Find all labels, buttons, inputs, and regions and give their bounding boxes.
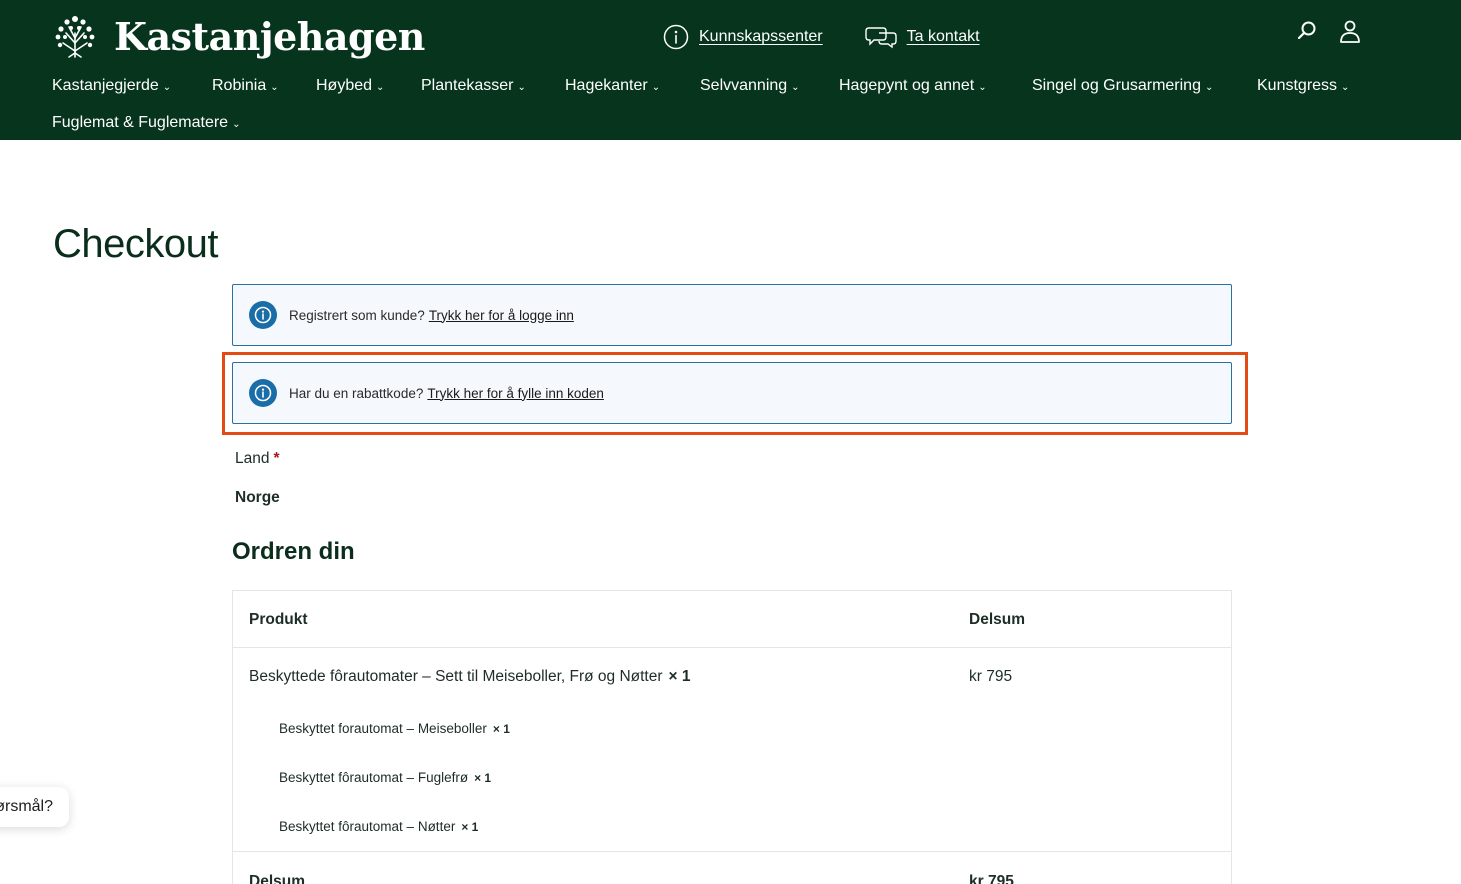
chevron-down-icon: ⌄	[232, 118, 241, 130]
header-utility-links: Kunnskapssenter Ta kontakt	[663, 24, 980, 50]
chevron-down-icon: ⌄	[978, 81, 987, 93]
country-label: Land *	[235, 450, 280, 467]
nav-item-hagepynt[interactable]: Hagepynt og annet ⌄	[839, 77, 1032, 95]
table-row: Beskyttede fôrautomater – Sett til Meise…	[233, 648, 1231, 852]
nav-item-plantekasser[interactable]: Plantekasser ⌄	[421, 77, 565, 95]
order-review-table: Produkt Delsum Beskyttede fôrautomater –…	[232, 590, 1232, 884]
info-icon	[249, 379, 277, 407]
coupon-notice: Har du en rabattkode? Trykk her for å fy…	[232, 362, 1232, 424]
component-item: Beskyttet forautomat – Meiseboller × 1	[279, 721, 510, 736]
login-link[interactable]: Trykk her for å logge inn	[429, 308, 574, 323]
chevron-down-icon: ⌄	[791, 81, 800, 93]
user-icon[interactable]	[1338, 18, 1362, 44]
chevron-down-icon: ⌄	[162, 81, 172, 93]
nav-item-robinia[interactable]: Robinia ⌄	[212, 77, 316, 95]
chat-bubbles-icon	[864, 27, 897, 49]
header-actions	[1296, 18, 1362, 44]
subtotal-label: Delsum	[249, 873, 305, 884]
chevron-down-icon: ⌄	[651, 81, 661, 93]
nav-item-kunstgress[interactable]: Kunstgress ⌄	[1257, 77, 1349, 95]
nav-item-selvvanning[interactable]: Selvvanning ⌄	[700, 77, 839, 95]
chevron-down-icon: ⌄	[1341, 81, 1350, 93]
required-marker: *	[273, 450, 280, 467]
nav-item-hagekanter[interactable]: Hagekanter ⌄	[565, 77, 700, 95]
contact-label: Ta kontakt	[906, 28, 980, 45]
order-title: Ordren din	[232, 538, 355, 565]
chat-widget-label: Spørsmål?	[0, 798, 53, 815]
product-name: Beskyttede fôrautomater – Sett til Meise…	[249, 668, 691, 685]
country-value: Norge	[235, 489, 280, 506]
chevron-down-icon: ⌄	[376, 81, 385, 93]
knowledge-center-link[interactable]: Kunnskapssenter	[663, 24, 823, 50]
search-icon[interactable]	[1296, 20, 1318, 42]
login-notice-text: Registrert som kunde?	[289, 307, 425, 323]
contact-link[interactable]: Ta kontakt	[864, 25, 980, 49]
tree-logo-icon	[55, 16, 95, 58]
coupon-link[interactable]: Trykk her for å fylle inn koden	[427, 386, 604, 401]
product-qty: × 1	[668, 668, 691, 685]
component-item: Beskyttet fôrautomat – Fuglefrø × 1	[279, 770, 492, 785]
nav-item-kastanjegjerde[interactable]: Kastanjegjerde ⌄	[52, 77, 212, 95]
chevron-down-icon: ⌄	[517, 81, 526, 93]
product-price: kr 795	[969, 668, 1013, 685]
main-nav: Kastanjegjerde ⌄ Robinia ⌄ Høybed ⌄ Plantek…	[52, 74, 1432, 135]
nav-item-singel[interactable]: Singel og Grusarmering ⌄	[1032, 77, 1257, 95]
info-circle-icon	[663, 24, 689, 50]
info-icon	[249, 301, 277, 329]
nav-item-hoybed[interactable]: Høybed ⌄	[316, 77, 421, 95]
site-logo[interactable]: Kastanjehagen	[52, 13, 425, 59]
nav-item-fuglemat[interactable]: Fuglemat & Fuglematere ⌄	[52, 114, 240, 132]
component-item: Beskyttet fôrautomat – Nøtter × 1	[279, 819, 479, 834]
brand-name: Kastanjehagen	[114, 13, 425, 59]
subtotal-value: kr 795	[969, 873, 1014, 884]
column-header-product: Produkt	[249, 611, 308, 628]
knowledge-center-label: Kunnskapssenter	[699, 28, 823, 45]
chevron-down-icon: ⌄	[270, 81, 279, 93]
coupon-notice-text: Har du en rabattkode?	[289, 385, 424, 401]
page-title: Checkout	[53, 222, 218, 266]
table-header-row: Produkt Delsum	[233, 591, 1231, 648]
chevron-down-icon: ⌄	[1204, 81, 1214, 93]
chat-widget-button[interactable]: Spørsmål?	[0, 787, 69, 827]
subtotal-row: Delsum kr 795	[233, 853, 1231, 884]
column-header-subtotal: Delsum	[969, 611, 1025, 628]
site-header: Kastanjehagen Kunnskapssenter Ta kontakt	[0, 0, 1461, 140]
login-notice: Registrert som kunde? Trykk her for å lo…	[232, 284, 1232, 346]
